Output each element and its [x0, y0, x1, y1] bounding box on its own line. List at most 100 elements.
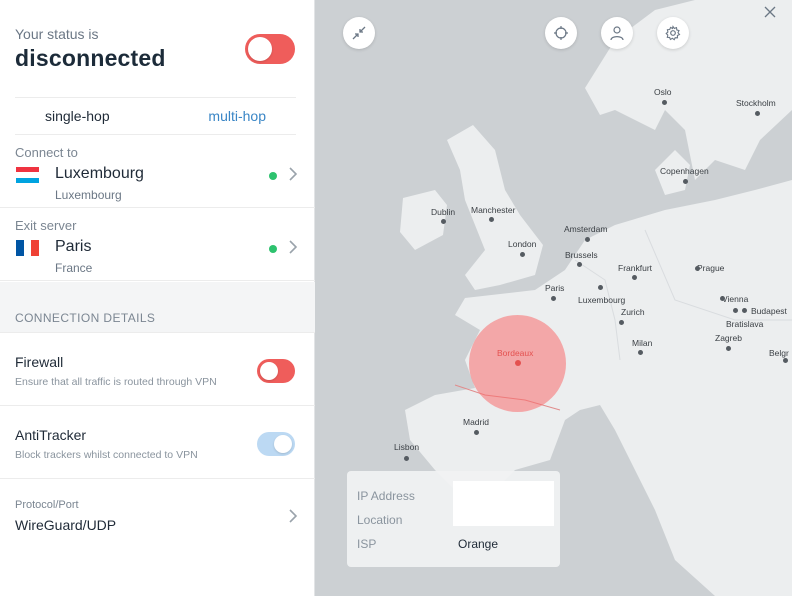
city-label: Dublin [431, 207, 456, 217]
chevron-right-icon [289, 167, 298, 181]
city-marker [726, 346, 731, 351]
city-label: Copenhagen [660, 166, 709, 176]
city-label: Oslo [654, 87, 672, 97]
server-country: France [55, 261, 93, 275]
city-label: Belgr [769, 348, 789, 358]
city-label: Milan [632, 338, 653, 348]
city-label: Paris [545, 283, 565, 293]
connection-panel: Your status is disconnected single-hop m… [0, 0, 315, 596]
city-marker [662, 100, 667, 105]
city-label: Frankfurt [618, 263, 653, 273]
city-label: Manchester [471, 205, 516, 215]
city-marker [598, 285, 603, 290]
firewall-toggle[interactable] [257, 359, 295, 383]
collapse-arrows-icon [352, 26, 366, 40]
locate-button[interactable] [545, 17, 577, 49]
city-label: Bratislava [726, 319, 764, 329]
city-label: Lisbon [394, 442, 420, 452]
france-flag-icon [16, 240, 39, 256]
city-marker [632, 275, 637, 280]
city-label: Vienna [722, 294, 749, 304]
luxembourg-flag-icon [16, 167, 39, 183]
option-description: Ensure that all traffic is routed throug… [15, 376, 217, 388]
city-marker [742, 308, 747, 313]
antitracker-option: AntiTracker Block trackers whilst connec… [0, 406, 315, 479]
toggle-knob [260, 362, 278, 380]
settings-button[interactable] [657, 17, 689, 49]
antitracker-toggle[interactable] [257, 432, 295, 456]
option-title: Firewall [15, 354, 64, 370]
city-marker [577, 262, 582, 267]
city-label: Brussels [565, 250, 598, 260]
tab-multi-hop[interactable]: multi-hop [156, 98, 297, 134]
city-label: Luxembourg [578, 295, 626, 305]
protocol-port-row[interactable]: Protocol/Port WireGuard/UDP [0, 479, 315, 551]
city-label: Zurich [621, 307, 645, 317]
online-status-dot [269, 245, 277, 253]
hop-tabs: single-hop multi-hop [15, 97, 296, 135]
chevron-right-icon [289, 509, 298, 523]
close-button[interactable] [761, 3, 779, 21]
city-label: Madrid [463, 417, 489, 427]
account-button[interactable] [601, 17, 633, 49]
connection-info-card: IP Address Location ISP Orange [347, 471, 560, 567]
ip-address-label: IP Address [357, 489, 415, 503]
location-label: Location [357, 513, 403, 527]
city-label: Amsterdam [564, 224, 608, 234]
city-marker [683, 179, 688, 184]
city-label: Zagreb [715, 333, 742, 343]
connect-toggle[interactable] [245, 34, 295, 64]
exit-server[interactable]: Exit server Paris France [0, 208, 315, 281]
city-marker [720, 296, 725, 301]
app-window: Your status is disconnected single-hop m… [0, 0, 792, 596]
status-value: disconnected [15, 45, 166, 71]
option-description: Block trackers whilst connected to VPN [15, 449, 198, 461]
city-marker [585, 237, 590, 242]
isp-value: Orange [458, 537, 499, 551]
toggle-knob [248, 37, 272, 61]
protocol-value: WireGuard/UDP [15, 517, 117, 533]
status-block: Your status is disconnected [15, 26, 166, 72]
connect-to-server[interactable]: Connect to Luxembourg Luxembourg [0, 135, 315, 208]
close-icon [764, 6, 776, 18]
city-marker [441, 219, 446, 224]
connection-details-header: CONNECTION DETAILS [0, 282, 315, 333]
connect-to-caption: Connect to [15, 145, 78, 160]
city-marker [474, 430, 479, 435]
city-marker [619, 320, 624, 325]
server-name: Paris [55, 238, 92, 255]
city-marker [489, 217, 494, 222]
firewall-option: Firewall Ensure that all traffic is rout… [0, 333, 315, 406]
online-status-dot [269, 172, 277, 180]
option-title: AntiTracker [15, 427, 87, 443]
city-marker [404, 456, 409, 461]
world-map[interactable]: Oslo Stockholm Copenhagen Dublin Manches… [315, 0, 792, 596]
current-location-marker [515, 360, 521, 366]
protocol-caption: Protocol/Port [15, 499, 79, 511]
current-location-label: Bordeaux [497, 348, 534, 358]
user-icon [610, 26, 624, 41]
city-marker [783, 358, 788, 363]
collapse-button[interactable] [343, 17, 375, 49]
chevron-right-icon [289, 240, 298, 254]
status-label: Your status is [15, 26, 99, 42]
city-marker [695, 266, 700, 271]
city-marker [733, 308, 738, 313]
tab-single-hop[interactable]: single-hop [15, 98, 156, 134]
city-label: Stockholm [736, 98, 776, 108]
crosshair-icon [554, 26, 568, 40]
city-label: Budapest [751, 306, 787, 316]
city-marker [520, 252, 525, 257]
city-label: London [508, 239, 537, 249]
city-marker [551, 296, 556, 301]
exit-server-caption: Exit server [15, 218, 77, 233]
section-title: CONNECTION DETAILS [15, 311, 156, 325]
city-marker [638, 350, 643, 355]
city-label: Prague [697, 263, 725, 273]
city-marker [755, 111, 760, 116]
isp-label: ISP [357, 537, 377, 551]
server-country: Luxembourg [55, 188, 122, 202]
gear-icon [665, 25, 681, 41]
ip-location-values [453, 481, 554, 526]
toggle-knob [274, 435, 292, 453]
